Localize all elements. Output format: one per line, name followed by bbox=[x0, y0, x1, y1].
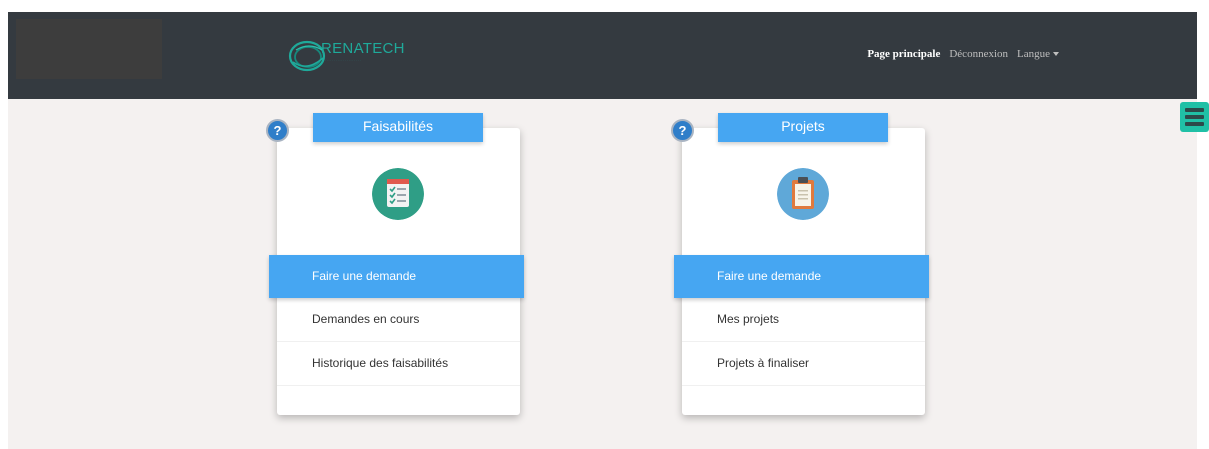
hamburger-menu-icon[interactable] bbox=[1180, 102, 1209, 132]
navbar-image-placeholder bbox=[16, 19, 162, 79]
caret-down-icon bbox=[1053, 52, 1059, 57]
projects-menu: Faire une demande Mes projets Projets à … bbox=[674, 255, 929, 386]
projects-card: Projets ? Faire une demande Mes projets … bbox=[671, 113, 929, 415]
nav-link-logout[interactable]: Déconnexion bbox=[949, 48, 1008, 60]
feasibility-card-title: Faisabilités bbox=[313, 113, 483, 142]
top-navbar: RENATECH · · · · · · · · · · · · · · · ·… bbox=[8, 12, 1197, 99]
nav-link-home[interactable]: Page principale bbox=[867, 48, 940, 60]
projects-to-finalize[interactable]: Projets à finaliser bbox=[682, 342, 925, 386]
clipboard-icon bbox=[777, 168, 829, 220]
main-content bbox=[8, 99, 1197, 449]
nav-links: Page principale Déconnexion Langue bbox=[867, 48, 1059, 60]
feasibility-menu: Faire une demande Demandes en cours Hist… bbox=[269, 255, 524, 386]
nav-link-language-label: Langue bbox=[1017, 48, 1050, 60]
help-icon[interactable]: ? bbox=[266, 119, 289, 142]
feasibility-pending-requests[interactable]: Demandes en cours bbox=[277, 298, 520, 342]
logo-text: RENATECH bbox=[321, 40, 405, 57]
nav-link-language[interactable]: Langue bbox=[1017, 48, 1059, 60]
renatech-logo[interactable]: RENATECH · · · · · · · · · · · · · · · ·… bbox=[287, 36, 417, 74]
feasibility-card: Faisabilités ? Faire une demande Demande… bbox=[266, 113, 524, 415]
help-icon[interactable]: ? bbox=[671, 119, 694, 142]
projects-card-title: Projets bbox=[718, 113, 888, 142]
checklist-icon bbox=[372, 168, 424, 220]
logo-tagline: · · · · · · · · · · · · · · · · · · · · … bbox=[323, 58, 361, 62]
feasibility-history[interactable]: Historique des faisabilités bbox=[277, 342, 520, 386]
feasibility-new-request[interactable]: Faire une demande bbox=[269, 255, 524, 298]
projects-my-projects[interactable]: Mes projets bbox=[682, 298, 925, 342]
projects-new-request[interactable]: Faire une demande bbox=[674, 255, 929, 298]
